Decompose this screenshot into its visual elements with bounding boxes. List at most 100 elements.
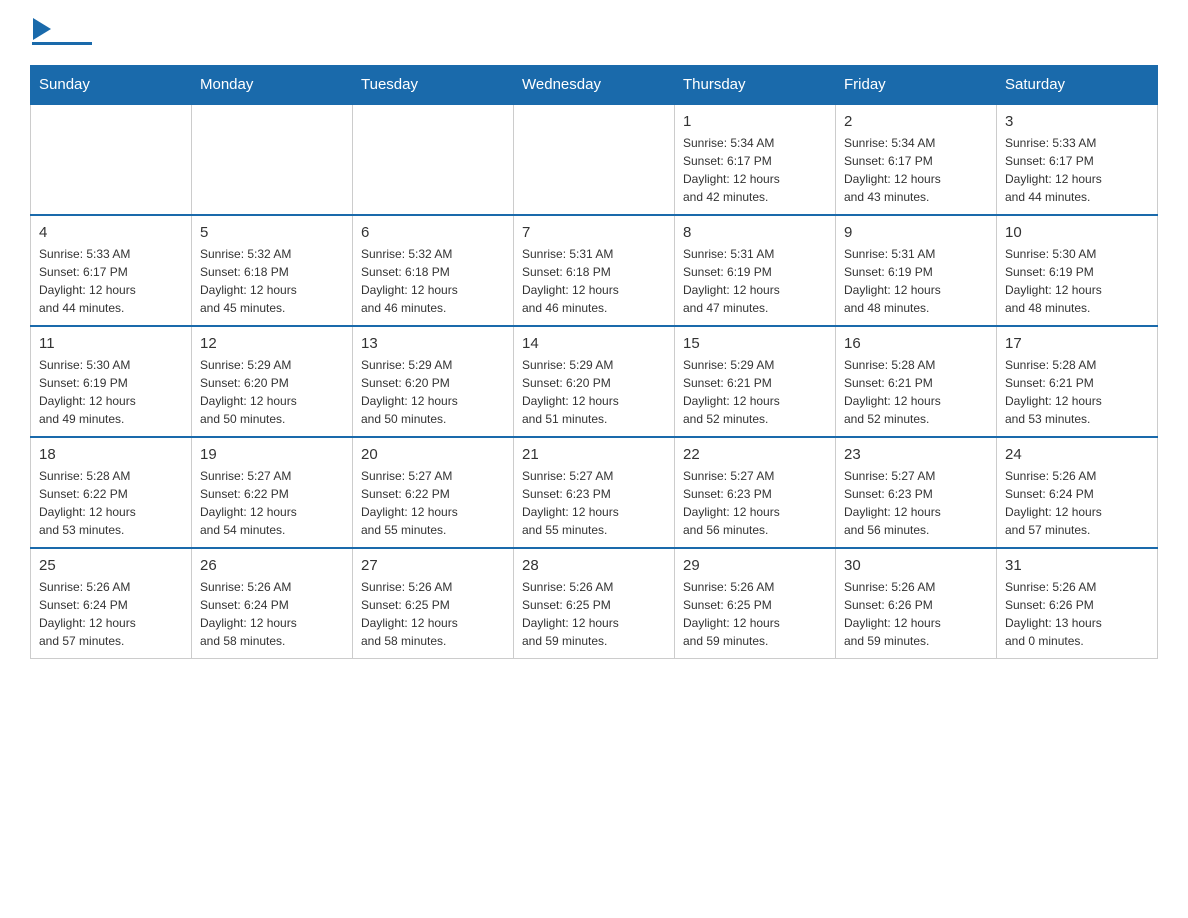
day-number: 9 [844,224,988,241]
calendar-cell: 2 Sunrise: 5:34 AM Sunset: 6:17 PM Daylig… [836,104,997,215]
day-number: 22 [683,446,827,463]
day-number: 13 [361,335,505,352]
calendar-cell: 28Sunrise: 5:26 AM Sunset: 6:25 PM Dayli… [514,548,675,659]
day-number: 4 [39,224,183,241]
day-info: Sunrise: 5:26 AM Sunset: 6:25 PM Dayligh… [361,578,505,650]
day-number: 19 [200,446,344,463]
day-number: 3 [1005,113,1149,130]
calendar-cell: 12 Sunrise: 5:29 AM Sunset: 6:20 PM Dayli… [192,326,353,437]
day-number: 14 [522,335,666,352]
day-info: Sunrise: 5:26 AM Sunset: 6:24 PM Dayligh… [200,578,344,650]
calendar-cell: 18 Sunrise: 5:28 AM Sunset: 6:22 PM Dayli… [31,437,192,548]
day-of-week-header: Tuesday [353,66,514,105]
day-of-week-header: Monday [192,66,353,105]
calendar-cell: 9 Sunrise: 5:31 AM Sunset: 6:19 PM Daylig… [836,215,997,326]
calendar-cell: 11 Sunrise: 5:30 AM Sunset: 6:19 PM Dayli… [31,326,192,437]
calendar-cell: 8Sunrise: 5:31 AM Sunset: 6:19 PM Daylig… [675,215,836,326]
day-of-week-header: Friday [836,66,997,105]
calendar-cell: 10Sunrise: 5:30 AM Sunset: 6:19 PM Dayli… [997,215,1158,326]
calendar-cell: 29Sunrise: 5:26 AM Sunset: 6:25 PM Dayli… [675,548,836,659]
day-number: 18 [39,446,183,463]
calendar-cell: 27 Sunrise: 5:26 AM Sunset: 6:25 PM Dayli… [353,548,514,659]
day-info: Sunrise: 5:34 AM Sunset: 6:17 PM Dayligh… [683,134,827,206]
day-info: Sunrise: 5:28 AM Sunset: 6:21 PM Dayligh… [844,356,988,428]
day-number: 26 [200,557,344,574]
day-number: 7 [522,224,666,241]
calendar-body: 1 Sunrise: 5:34 AM Sunset: 6:17 PM Daylig… [31,104,1158,659]
day-info: Sunrise: 5:33 AM Sunset: 6:17 PM Dayligh… [39,245,183,317]
day-number: 1 [683,113,827,130]
day-info: Sunrise: 5:31 AM Sunset: 6:19 PM Dayligh… [844,245,988,317]
calendar-cell: 30 Sunrise: 5:26 AM Sunset: 6:26 PM Dayli… [836,548,997,659]
calendar-cell: 7 Sunrise: 5:31 AM Sunset: 6:18 PM Daylig… [514,215,675,326]
calendar-cell: 6 Sunrise: 5:32 AM Sunset: 6:18 PM Daylig… [353,215,514,326]
day-info: Sunrise: 5:27 AM Sunset: 6:23 PM Dayligh… [844,467,988,539]
day-info: Sunrise: 5:32 AM Sunset: 6:18 PM Dayligh… [361,245,505,317]
day-info: Sunrise: 5:30 AM Sunset: 6:19 PM Dayligh… [39,356,183,428]
calendar-cell: 17Sunrise: 5:28 AM Sunset: 6:21 PM Dayli… [997,326,1158,437]
day-info: Sunrise: 5:29 AM Sunset: 6:20 PM Dayligh… [200,356,344,428]
calendar-cell: 19 Sunrise: 5:27 AM Sunset: 6:22 PM Dayli… [192,437,353,548]
day-info: Sunrise: 5:33 AM Sunset: 6:17 PM Dayligh… [1005,134,1149,206]
calendar-cell [514,104,675,215]
calendar-cell: 1 Sunrise: 5:34 AM Sunset: 6:17 PM Daylig… [675,104,836,215]
day-number: 25 [39,557,183,574]
calendar-cell: 23 Sunrise: 5:27 AM Sunset: 6:23 PM Dayli… [836,437,997,548]
day-info: Sunrise: 5:28 AM Sunset: 6:22 PM Dayligh… [39,467,183,539]
day-number: 20 [361,446,505,463]
calendar-week-row: 4 Sunrise: 5:33 AM Sunset: 6:17 PM Daylig… [31,215,1158,326]
day-number: 11 [39,335,183,352]
day-number: 6 [361,224,505,241]
day-of-week-header: Saturday [997,66,1158,105]
calendar-cell: 4 Sunrise: 5:33 AM Sunset: 6:17 PM Daylig… [31,215,192,326]
calendar-cell [353,104,514,215]
calendar-cell: 14 Sunrise: 5:29 AM Sunset: 6:20 PM Dayli… [514,326,675,437]
calendar-cell: 5Sunrise: 5:32 AM Sunset: 6:18 PM Daylig… [192,215,353,326]
logo-triangle-icon [30,20,51,40]
day-info: Sunrise: 5:29 AM Sunset: 6:20 PM Dayligh… [361,356,505,428]
day-number: 27 [361,557,505,574]
day-number: 21 [522,446,666,463]
day-info: Sunrise: 5:31 AM Sunset: 6:18 PM Dayligh… [522,245,666,317]
calendar-cell: 3 Sunrise: 5:33 AM Sunset: 6:17 PM Daylig… [997,104,1158,215]
day-number: 10 [1005,224,1149,241]
calendar-week-row: 18 Sunrise: 5:28 AM Sunset: 6:22 PM Dayli… [31,437,1158,548]
day-info: Sunrise: 5:26 AM Sunset: 6:24 PM Dayligh… [39,578,183,650]
day-info: Sunrise: 5:27 AM Sunset: 6:22 PM Dayligh… [200,467,344,539]
day-info: Sunrise: 5:27 AM Sunset: 6:23 PM Dayligh… [522,467,666,539]
logo [30,20,98,45]
calendar-cell [192,104,353,215]
day-info: Sunrise: 5:26 AM Sunset: 6:24 PM Dayligh… [1005,467,1149,539]
day-number: 31 [1005,557,1149,574]
day-number: 29 [683,557,827,574]
day-info: Sunrise: 5:34 AM Sunset: 6:17 PM Dayligh… [844,134,988,206]
day-number: 2 [844,113,988,130]
day-of-week-header: Thursday [675,66,836,105]
calendar-cell: 25 Sunrise: 5:26 AM Sunset: 6:24 PM Dayli… [31,548,192,659]
day-number: 17 [1005,335,1149,352]
calendar-cell: 22 Sunrise: 5:27 AM Sunset: 6:23 PM Dayli… [675,437,836,548]
day-number: 8 [683,224,827,241]
calendar-cell: 26 Sunrise: 5:26 AM Sunset: 6:24 PM Dayli… [192,548,353,659]
days-of-week-row: SundayMondayTuesdayWednesdayThursdayFrid… [31,66,1158,105]
calendar-week-row: 1 Sunrise: 5:34 AM Sunset: 6:17 PM Daylig… [31,104,1158,215]
day-info: Sunrise: 5:29 AM Sunset: 6:20 PM Dayligh… [522,356,666,428]
day-info: Sunrise: 5:26 AM Sunset: 6:26 PM Dayligh… [1005,578,1149,650]
calendar-week-row: 25 Sunrise: 5:26 AM Sunset: 6:24 PM Dayli… [31,548,1158,659]
day-number: 23 [844,446,988,463]
day-number: 30 [844,557,988,574]
calendar-cell: 21 Sunrise: 5:27 AM Sunset: 6:23 PM Dayli… [514,437,675,548]
calendar-table: SundayMondayTuesdayWednesdayThursdayFrid… [30,65,1158,659]
calendar-cell: 31 Sunrise: 5:26 AM Sunset: 6:26 PM Dayli… [997,548,1158,659]
day-of-week-header: Wednesday [514,66,675,105]
calendar-cell: 15Sunrise: 5:29 AM Sunset: 6:21 PM Dayli… [675,326,836,437]
calendar-cell: 13 Sunrise: 5:29 AM Sunset: 6:20 PM Dayli… [353,326,514,437]
day-info: Sunrise: 5:32 AM Sunset: 6:18 PM Dayligh… [200,245,344,317]
day-number: 12 [200,335,344,352]
day-info: Sunrise: 5:27 AM Sunset: 6:23 PM Dayligh… [683,467,827,539]
day-info: Sunrise: 5:26 AM Sunset: 6:26 PM Dayligh… [844,578,988,650]
day-number: 24 [1005,446,1149,463]
calendar-week-row: 11 Sunrise: 5:30 AM Sunset: 6:19 PM Dayli… [31,326,1158,437]
day-number: 28 [522,557,666,574]
day-number: 15 [683,335,827,352]
